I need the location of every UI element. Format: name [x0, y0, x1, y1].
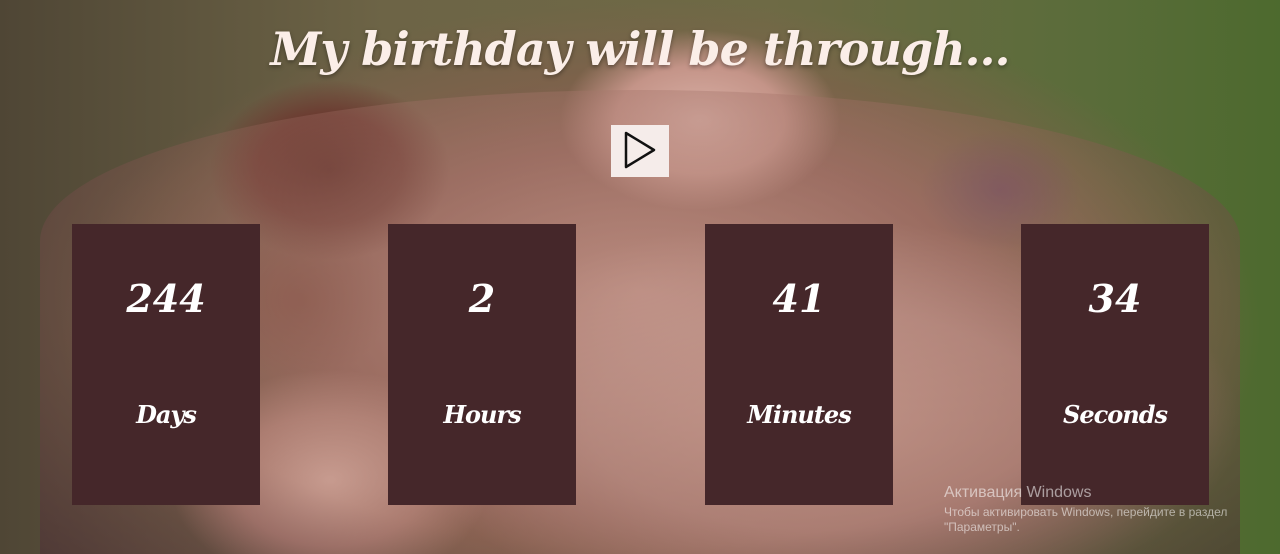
countdown-days-card: 244 Days: [72, 224, 260, 505]
play-icon: [623, 131, 657, 172]
days-label: Days: [136, 400, 197, 429]
watermark-text: Чтобы активировать Windows, перейдите в …: [944, 505, 1228, 534]
minutes-value: 41: [772, 276, 826, 321]
watermark-title: Активация Windows: [944, 484, 1092, 501]
countdown-hours-card: 2 Hours: [388, 224, 576, 505]
windows-activation-watermark: Активация Windows Чтобы активировать Win…: [944, 484, 1244, 535]
minutes-label: Minutes: [747, 400, 851, 429]
seconds-label: Seconds: [1063, 400, 1168, 429]
countdown-seconds-card: 34 Seconds: [1021, 224, 1209, 505]
page-title: My birthday will be through...: [270, 22, 1010, 76]
play-button[interactable]: [611, 125, 669, 177]
days-value: 244: [126, 276, 206, 321]
countdown-minutes-card: 41 Minutes: [705, 224, 893, 505]
hours-label: Hours: [443, 400, 521, 429]
seconds-value: 34: [1088, 276, 1142, 321]
hours-value: 2: [468, 276, 496, 321]
